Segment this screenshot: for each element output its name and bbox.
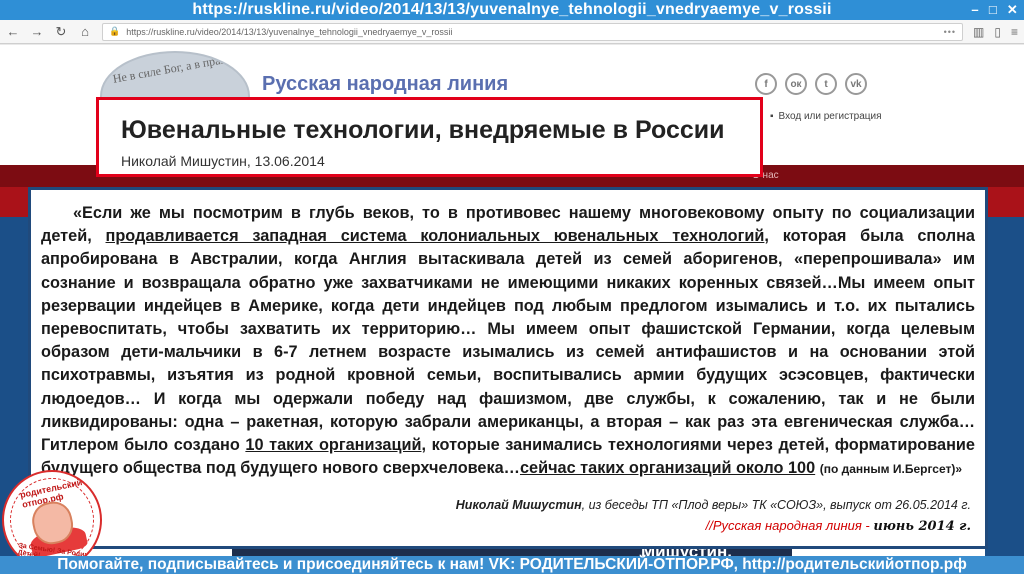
twitter-icon[interactable]: t (815, 73, 837, 95)
browser-tools: ▥ ▯ ≡ (973, 25, 1018, 39)
user-icon: ▪ (770, 111, 774, 122)
vk-icon[interactable]: vk (845, 73, 867, 95)
login-label: Вход или регистрация (778, 111, 882, 122)
browser-toolbar: ← → ↻ ⌂ 🔒 https://ruskline.ru/video/2014… (0, 20, 1024, 44)
article-headline: Ювенальные технологии, внедряемые в Росс… (121, 116, 725, 144)
url-banner-text: https://ruskline.ru/video/2014/13/13/yuv… (192, 1, 832, 18)
maximize-icon[interactable]: □ (989, 2, 997, 18)
menu-icon[interactable]: ≡ (1011, 25, 1018, 39)
page-actions-icon[interactable]: ••• (944, 27, 956, 37)
minimize-icon[interactable]: – (971, 2, 978, 18)
sidebar-icon[interactable]: ▯ (994, 25, 1001, 39)
close-icon[interactable]: ✕ (1007, 2, 1018, 18)
quote-source-note: (по данным И.Бергсет)» (819, 462, 963, 477)
odnoklassniki-icon[interactable]: ок (785, 73, 807, 95)
quote-underline-3: сейчас таких организаций около 100 (519, 459, 816, 478)
article-title-box: Ювенальные технологии, внедряемые в Росс… (96, 97, 763, 177)
footer-banner: Помогайте, подписывайтесь и присоединяйт… (0, 556, 1024, 574)
reload-icon[interactable]: ↻ (54, 24, 68, 40)
quote-attribution: Николай Мишустин, из беседы ТП «Плод вер… (456, 498, 971, 512)
blue-side-right (985, 217, 1024, 574)
quote-panel: «Если же мы посмотрим в глубь веков, то … (28, 187, 988, 549)
quote-underline-2: 10 таких организаций (245, 436, 422, 455)
facebook-icon[interactable]: f (755, 73, 777, 95)
address-text: https://ruskline.ru/video/2014/13/13/yuv… (126, 26, 453, 37)
back-icon[interactable]: ← (6, 24, 20, 39)
source-name: //Русская народная линия - (705, 518, 870, 533)
attribution-author: Николай Мишустин (455, 498, 582, 512)
site-title[interactable]: Русская народная линия (262, 73, 508, 96)
home-icon[interactable]: ⌂ (78, 24, 92, 39)
quote-source: //Русская народная линия - июнь 2014 г. (706, 518, 971, 534)
forward-icon[interactable]: → (30, 24, 44, 39)
library-icon[interactable]: ▥ (973, 25, 984, 39)
quote-text: «Если же мы посмотрим в глубь веков, то … (41, 202, 975, 481)
lock-icon: 🔒 (109, 26, 121, 36)
article-byline: Николай Мишустин, 13.06.2014 (121, 153, 325, 169)
login-link[interactable]: ▪ Вход или регистрация (770, 111, 882, 122)
quote-underline-1: продавливается западная система колониал… (105, 227, 765, 246)
address-bar[interactable]: 🔒 https://ruskline.ru/video/2014/13/13/y… (102, 22, 964, 41)
social-links: f ок t vk (755, 73, 867, 95)
footer-banner-text: Помогайте, подписывайтесь и присоединяйт… (57, 556, 967, 573)
url-banner: https://ruskline.ru/video/2014/13/13/yuv… (0, 0, 1024, 20)
window-controls: – □ ✕ (971, 2, 1018, 18)
attribution-details: , из беседы ТП «Плод веры» ТК «СОЮЗ», вы… (581, 498, 971, 512)
logo-motto: Не в силе Бог, а в правде (111, 51, 238, 86)
source-date: июнь 2014 г. (873, 519, 971, 534)
quote-part-2: , которая была сполна апробирована в Авс… (41, 227, 975, 455)
